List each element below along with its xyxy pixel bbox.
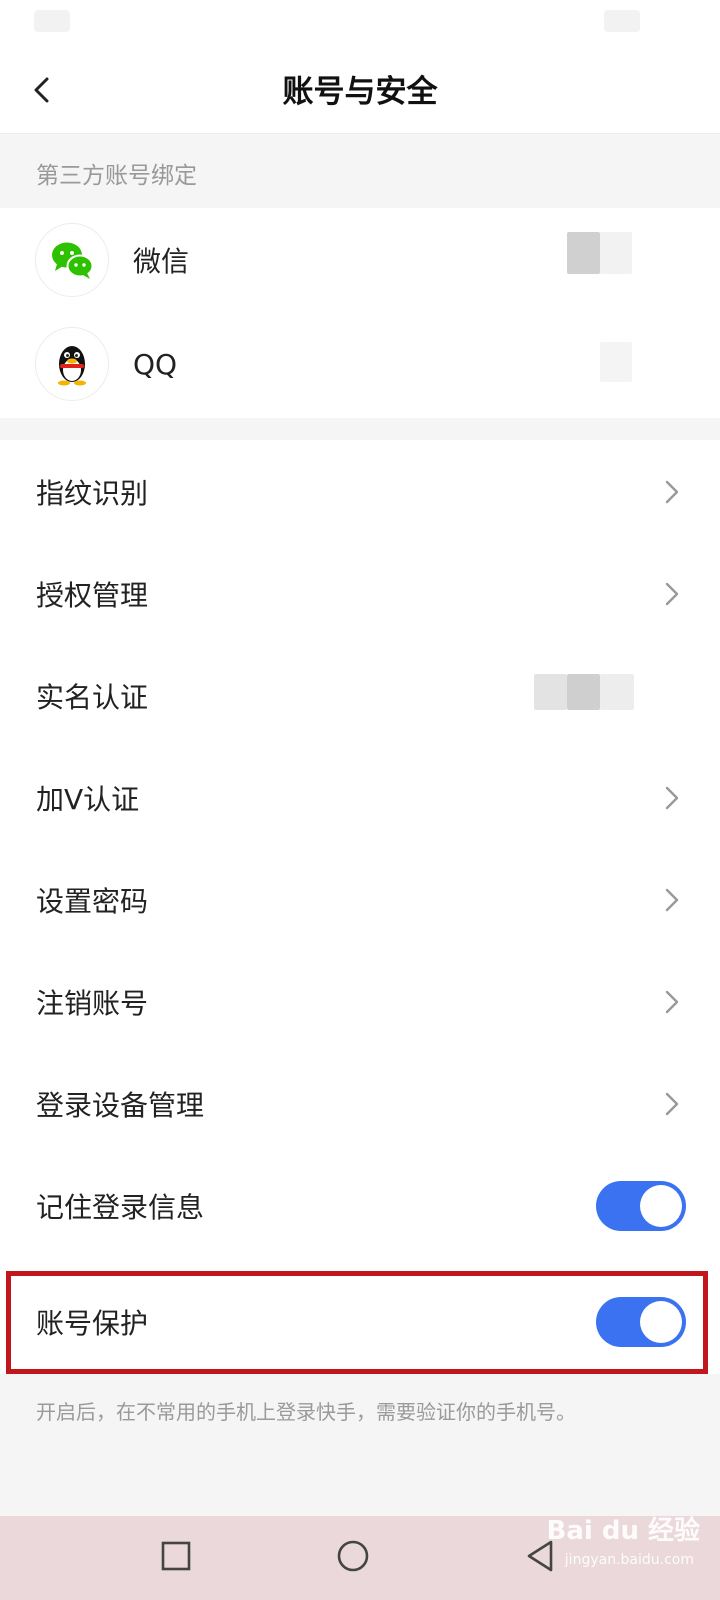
bind-row-qq[interactable]: QQ <box>0 312 720 416</box>
section-divider <box>0 418 720 440</box>
menu-row-remember-login: 记住登录信息 <box>0 1154 720 1258</box>
menu-label-remember-login: 记住登录信息 <box>36 1191 205 1224</box>
wechat-status-blur <box>567 232 600 274</box>
real-name-status-blur <box>534 674 567 710</box>
status-right-blur <box>604 10 640 32</box>
home-icon <box>335 1538 371 1578</box>
menu-row-set-password[interactable]: 设置密码 <box>0 848 720 952</box>
menu-row-account-protection: 账号保护 <box>0 1270 720 1374</box>
menu-label-set-password: 设置密码 <box>36 885 149 918</box>
page-title: 账号与安全 <box>282 74 438 110</box>
chevron-right-icon <box>662 581 682 607</box>
menu-row-cancel-account[interactable]: 注销账号 <box>0 950 720 1054</box>
section-label-third-party: 第三方账号绑定 <box>36 163 197 189</box>
recent-apps-icon <box>158 1538 194 1578</box>
chevron-right-icon <box>662 989 682 1015</box>
header: 账号与安全 <box>0 50 720 134</box>
wechat-label: 微信 <box>133 245 190 278</box>
menu-label-cancel-account: 注销账号 <box>36 987 149 1020</box>
baidu-watermark-url: jingyan.baidu.com <box>564 1552 694 1568</box>
bind-row-wechat[interactable]: 微信 <box>0 208 720 312</box>
home-button[interactable] <box>327 1532 379 1584</box>
back-button[interactable] <box>18 68 66 116</box>
real-name-status-blur-3 <box>600 674 634 710</box>
menu-label-fingerprint: 指纹识别 <box>36 477 149 510</box>
chevron-right-icon <box>662 887 682 913</box>
qq-label: QQ <box>133 347 178 381</box>
menu-row-fingerprint[interactable]: 指纹识别 <box>0 440 720 544</box>
third-party-card: 微信 QQ <box>0 208 720 418</box>
chevron-right-icon <box>662 785 682 811</box>
toggle-knob <box>640 1185 682 1227</box>
chevron-right-icon <box>662 1091 682 1117</box>
baidu-watermark: Bai du 经验 <box>546 1516 701 1546</box>
toggle-knob <box>640 1301 682 1343</box>
status-left-blur <box>34 10 70 32</box>
menu-row-authorization[interactable]: 授权管理 <box>0 542 720 646</box>
menu-row-device-management[interactable]: 登录设备管理 <box>0 1052 720 1156</box>
account-protection-footnote: 开启后，在不常用的手机上登录快手，需要验证你的手机号。 <box>36 1400 576 1424</box>
menu-label-real-name: 实名认证 <box>36 681 149 714</box>
menu-row-real-name[interactable]: 实名认证 <box>0 644 720 748</box>
status-bar <box>0 0 720 50</box>
menu-row-v-verify[interactable]: 加V认证 <box>0 746 720 850</box>
wechat-icon <box>35 223 109 297</box>
menu-label-device-management: 登录设备管理 <box>36 1089 205 1122</box>
menu-label-authorization: 授权管理 <box>36 579 149 612</box>
wechat-status-blur-2 <box>600 232 632 274</box>
real-name-status-blur-2 <box>567 674 600 710</box>
settings-menu: 指纹识别 授权管理 实名认证 加V认证 设置密码 注销账号 登录设备管理 记住登… <box>0 440 720 1374</box>
recent-apps-button[interactable] <box>150 1532 202 1584</box>
account-protection-toggle[interactable] <box>596 1297 686 1347</box>
qq-status-blur <box>600 342 632 382</box>
chevron-left-icon <box>28 76 56 108</box>
qq-penguin-icon <box>35 327 109 401</box>
chevron-right-icon <box>662 479 682 505</box>
menu-label-account-protection: 账号保护 <box>36 1307 149 1340</box>
menu-label-v-verify: 加V认证 <box>36 783 140 816</box>
remember-login-toggle[interactable] <box>596 1181 686 1231</box>
